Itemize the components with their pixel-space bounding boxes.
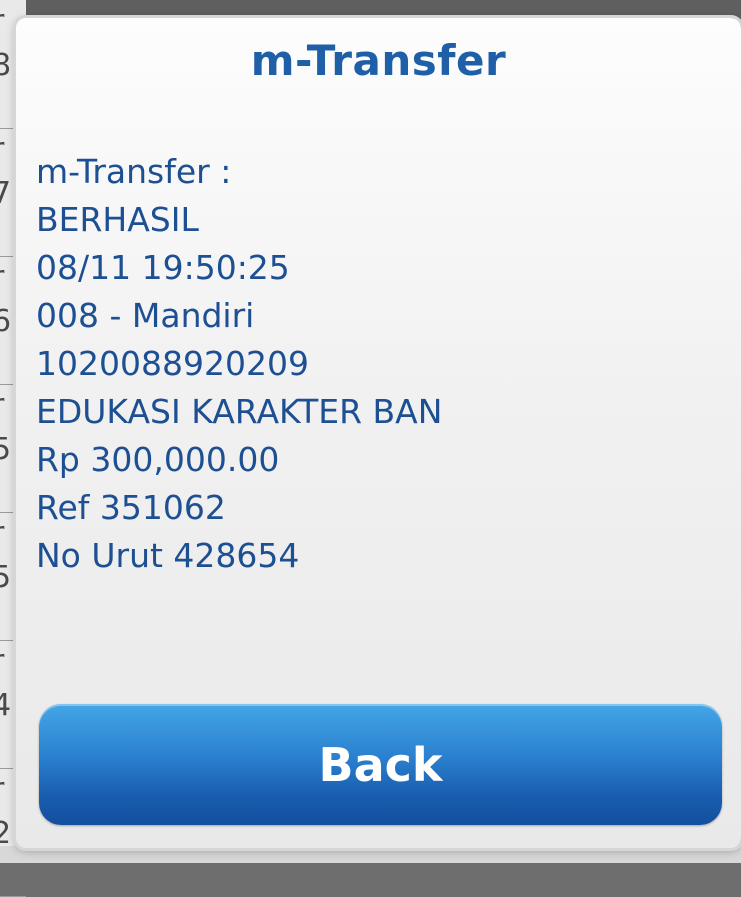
back-button[interactable]: Back [39,704,722,825]
message-line: m-Transfer : [36,152,232,191]
message-line-account: 1020088920209 [36,344,309,383]
message-line-bank: 008 - Mandiri [36,296,255,335]
dialog-title: m-Transfer [250,36,507,85]
message-line-ref: Ref 351062 [36,488,226,527]
message-line-recipient: EDUKASI KARAKTER BAN [36,392,443,431]
message-line-amount: Rp 300,000.00 [36,440,280,479]
message-line-status: BERHASIL [36,200,199,239]
message-line-datetime: 08/11 19:50:25 [36,248,290,287]
transfer-message: m-Transfer : BERHASIL 08/11 19:50:25 008… [36,148,716,580]
background-bottom-edge [0,846,741,863]
transfer-result-dialog: m-Transfer m-Transfer : BERHASIL 08/11 1… [16,18,741,848]
message-line-sequence: No Urut 428654 [36,536,300,575]
